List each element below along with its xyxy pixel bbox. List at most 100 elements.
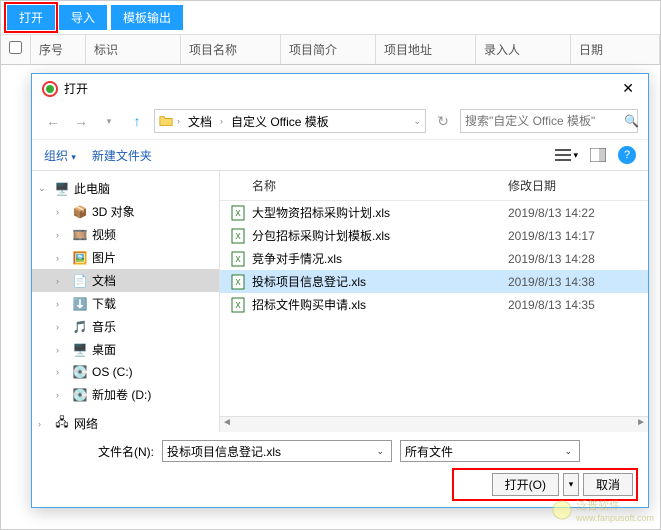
path-chevron-icon[interactable]: › (220, 116, 223, 126)
grid-col-seq: 序号 (31, 35, 86, 64)
cancel-button[interactable]: 取消 (583, 473, 633, 496)
new-folder-button[interactable]: 新建文件夹 (92, 147, 152, 164)
grid-header: 序号 标识 项目名称 项目简介 项目地址 录入人 日期 (1, 35, 660, 65)
tree-drive-d[interactable]: › 💽新加卷 (D:) (32, 383, 219, 406)
expand-icon[interactable]: › (38, 419, 50, 429)
path-seg-template[interactable]: 自定义 Office 模板 (227, 113, 333, 130)
tree-documents[interactable]: ›📄文档 (32, 269, 219, 292)
template-output-button[interactable]: 模板输出 (111, 5, 183, 30)
nav-recent-button[interactable]: ▾ (98, 110, 120, 132)
nav-up-button[interactable]: ↑ (126, 110, 148, 132)
nav-back-button[interactable]: ← (42, 110, 64, 132)
svg-text:X: X (235, 301, 241, 310)
expand-icon[interactable]: › (56, 367, 68, 377)
network-icon: 🖧 (54, 416, 70, 432)
filename-label: 文件名(N): (44, 443, 154, 460)
collapse-icon[interactable]: ⌄ (38, 183, 50, 194)
filename-input[interactable] (167, 444, 373, 458)
tree-pictures[interactable]: ›🖼️图片 (32, 246, 219, 269)
expand-icon[interactable]: › (56, 276, 68, 286)
dialog-title-text: 打开 (64, 80, 88, 97)
expand-icon[interactable]: › (56, 390, 68, 400)
path-chevron-icon[interactable]: › (177, 116, 180, 126)
filter-value: 所有文件 (405, 443, 561, 460)
expand-icon[interactable]: › (56, 230, 68, 240)
search-box[interactable]: 🔍 (460, 109, 638, 133)
chevron-down-icon[interactable]: ⌄ (373, 446, 387, 457)
file-area: 名称 修改日期 X 大型物资招标采购计划.xls 2019/8/13 14:22… (220, 171, 648, 432)
chevron-down-icon[interactable]: ⌄ (561, 446, 575, 457)
preview-pane-icon[interactable] (590, 148, 606, 162)
file-list[interactable]: X 大型物资招标采购计划.xls 2019/8/13 14:22 X 分包招标采… (220, 201, 648, 416)
list-view-icon (555, 148, 571, 162)
col-header-date[interactable]: 修改日期 (508, 177, 638, 194)
download-icon: ⬇️ (72, 296, 88, 312)
tree-3d-objects[interactable]: ›📦3D 对象 (32, 200, 219, 223)
open-button[interactable]: 打开 (7, 5, 55, 30)
svg-text:X: X (235, 232, 241, 241)
path-dropdown-icon[interactable]: ⌄ (413, 116, 421, 127)
search-input[interactable] (465, 114, 620, 128)
open-split-dropdown[interactable]: ▾ (563, 473, 579, 496)
search-icon[interactable]: 🔍 (624, 114, 639, 128)
tree-label: 下载 (92, 295, 116, 312)
select-all-checkbox[interactable] (9, 41, 22, 54)
col-header-name[interactable]: 名称 (252, 177, 508, 194)
folder-tree[interactable]: ⌄ 🖥️ 此电脑 ›📦3D 对象 ›🎞️视频 ›🖼️图片 ›📄文档 ›⬇️下载 … (32, 171, 220, 432)
drive-icon: 💽 (72, 387, 88, 403)
tree-label: 新加卷 (D:) (92, 386, 151, 403)
tree-drive-c[interactable]: ›💽OS (C:) (32, 361, 219, 383)
browser-body: ⌄ 🖥️ 此电脑 ›📦3D 对象 ›🎞️视频 ›🖼️图片 ›📄文档 ›⬇️下载 … (32, 171, 648, 432)
grid-col-projintro: 项目简介 (281, 35, 376, 64)
horizontal-scrollbar[interactable] (220, 416, 648, 432)
view-mode-button[interactable]: ▾ (555, 148, 578, 162)
expand-icon[interactable]: › (56, 253, 68, 263)
refresh-button[interactable]: ↻ (432, 110, 454, 132)
organize-menu[interactable]: 组织 ▾ (44, 147, 76, 164)
file-row[interactable]: X 分包招标采购计划模板.xls 2019/8/13 14:17 (220, 224, 648, 247)
grid-checkbox-header[interactable] (1, 35, 31, 64)
svg-text:X: X (235, 255, 241, 264)
open-file-button[interactable]: 打开(O) (492, 473, 559, 496)
tree-downloads[interactable]: › ⬇️下载 (32, 292, 219, 315)
help-icon[interactable]: ? (618, 146, 636, 164)
expand-icon[interactable]: › (56, 345, 68, 355)
tree-video[interactable]: ›🎞️视频 (32, 223, 219, 246)
dialog-titlebar: 打开 ✕ (32, 73, 648, 103)
dialog-bottom: 文件名(N): ⌄ 所有文件 ⌄ 打开(O) ▾ 取消 (32, 432, 648, 507)
expand-icon[interactable]: › (56, 207, 68, 217)
nav-forward-button[interactable]: → (70, 110, 92, 132)
tree-desktop[interactable]: ›🖥️桌面 (32, 338, 219, 361)
picture-icon: 🖼️ (72, 250, 88, 266)
grid-col-projname: 项目名称 (181, 35, 281, 64)
tree-this-pc[interactable]: ⌄ 🖥️ 此电脑 (32, 177, 219, 200)
watermark-url: www.fanpusoft.com (576, 513, 654, 523)
file-name: 投标项目信息登记.xls (252, 273, 502, 290)
tree-network[interactable]: ›🖧网络 (32, 412, 219, 432)
music-icon: 🎵 (72, 319, 88, 335)
tree-label: 3D 对象 (92, 203, 135, 220)
path-seg-documents[interactable]: 文档 (184, 113, 216, 130)
tree-label: 音乐 (92, 318, 116, 335)
tree-music[interactable]: › 🎵音乐 (32, 315, 219, 338)
import-button[interactable]: 导入 (59, 5, 107, 30)
expand-icon[interactable]: › (56, 299, 68, 309)
tree-label: 桌面 (92, 341, 116, 358)
file-row[interactable]: X 投标项目信息登记.xls 2019/8/13 14:38 (220, 270, 648, 293)
svg-text:X: X (235, 278, 241, 287)
path-box[interactable]: › 文档 › 自定义 Office 模板 ⌄ (154, 109, 426, 133)
file-name: 招标文件购买申请.xls (252, 296, 502, 313)
close-icon[interactable]: ✕ (618, 80, 638, 97)
file-row[interactable]: X 大型物资招标采购计划.xls 2019/8/13 14:22 (220, 201, 648, 224)
file-name: 大型物资招标采购计划.xls (252, 204, 502, 221)
dialog-button-row: 打开(O) ▾ 取消 (454, 470, 636, 499)
expand-icon[interactable]: › (56, 322, 68, 332)
file-row[interactable]: X 招标文件购买申请.xls 2019/8/13 14:35 (220, 293, 648, 316)
drive-icon: 💽 (72, 364, 88, 380)
file-list-header: 名称 修改日期 (220, 171, 648, 201)
filter-combo[interactable]: 所有文件 ⌄ (400, 440, 580, 462)
filename-combo[interactable]: ⌄ (162, 440, 392, 462)
command-row: 组织 ▾ 新建文件夹 ▾ ? (32, 140, 648, 171)
file-row[interactable]: X 竞争对手情况.xls 2019/8/13 14:28 (220, 247, 648, 270)
grid-col-entrant: 录入人 (476, 35, 571, 64)
